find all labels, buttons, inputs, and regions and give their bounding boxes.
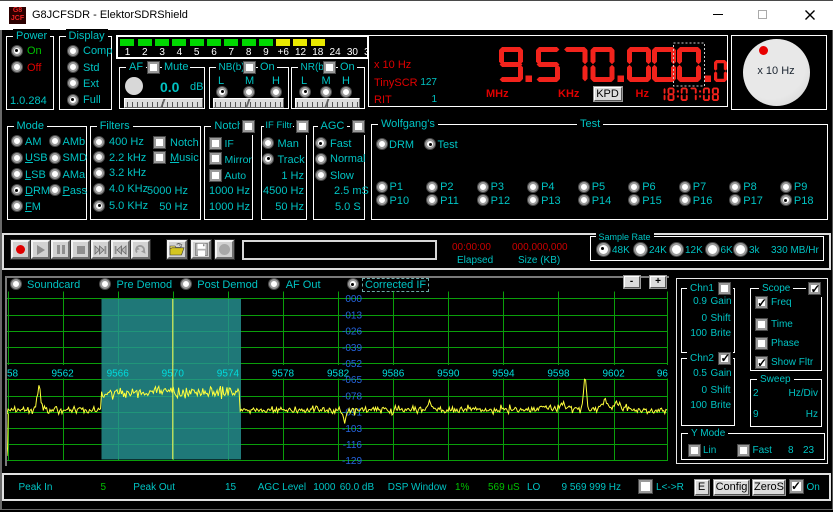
svg-text:-129: -129 [342, 456, 362, 465]
svg-text:-103: -103 [342, 424, 362, 435]
svg-text:9594: 9594 [492, 369, 515, 380]
svg-text:-116: -116 [343, 440, 363, 451]
svg-text:-039: -039 [342, 343, 362, 354]
svg-text:9570: 9570 [162, 369, 185, 380]
svg-text:-052: -052 [342, 359, 362, 370]
svg-text:9602: 9602 [602, 369, 625, 380]
svg-text:-065: -065 [342, 375, 362, 386]
svg-text:58: 58 [7, 369, 19, 380]
svg-text:9590: 9590 [437, 369, 460, 380]
svg-text:-078: -078 [342, 391, 362, 402]
svg-text:96: 96 [657, 369, 669, 380]
svg-text:000: 000 [345, 294, 362, 305]
svg-text:9598: 9598 [547, 369, 570, 380]
svg-text:-013: -013 [342, 310, 362, 321]
svg-text:9562: 9562 [51, 369, 74, 380]
svg-text:9578: 9578 [272, 369, 295, 380]
svg-text:9586: 9586 [382, 369, 405, 380]
svg-text:-026: -026 [342, 327, 362, 338]
svg-text:9566: 9566 [107, 369, 130, 380]
svg-text:9574: 9574 [217, 369, 240, 380]
